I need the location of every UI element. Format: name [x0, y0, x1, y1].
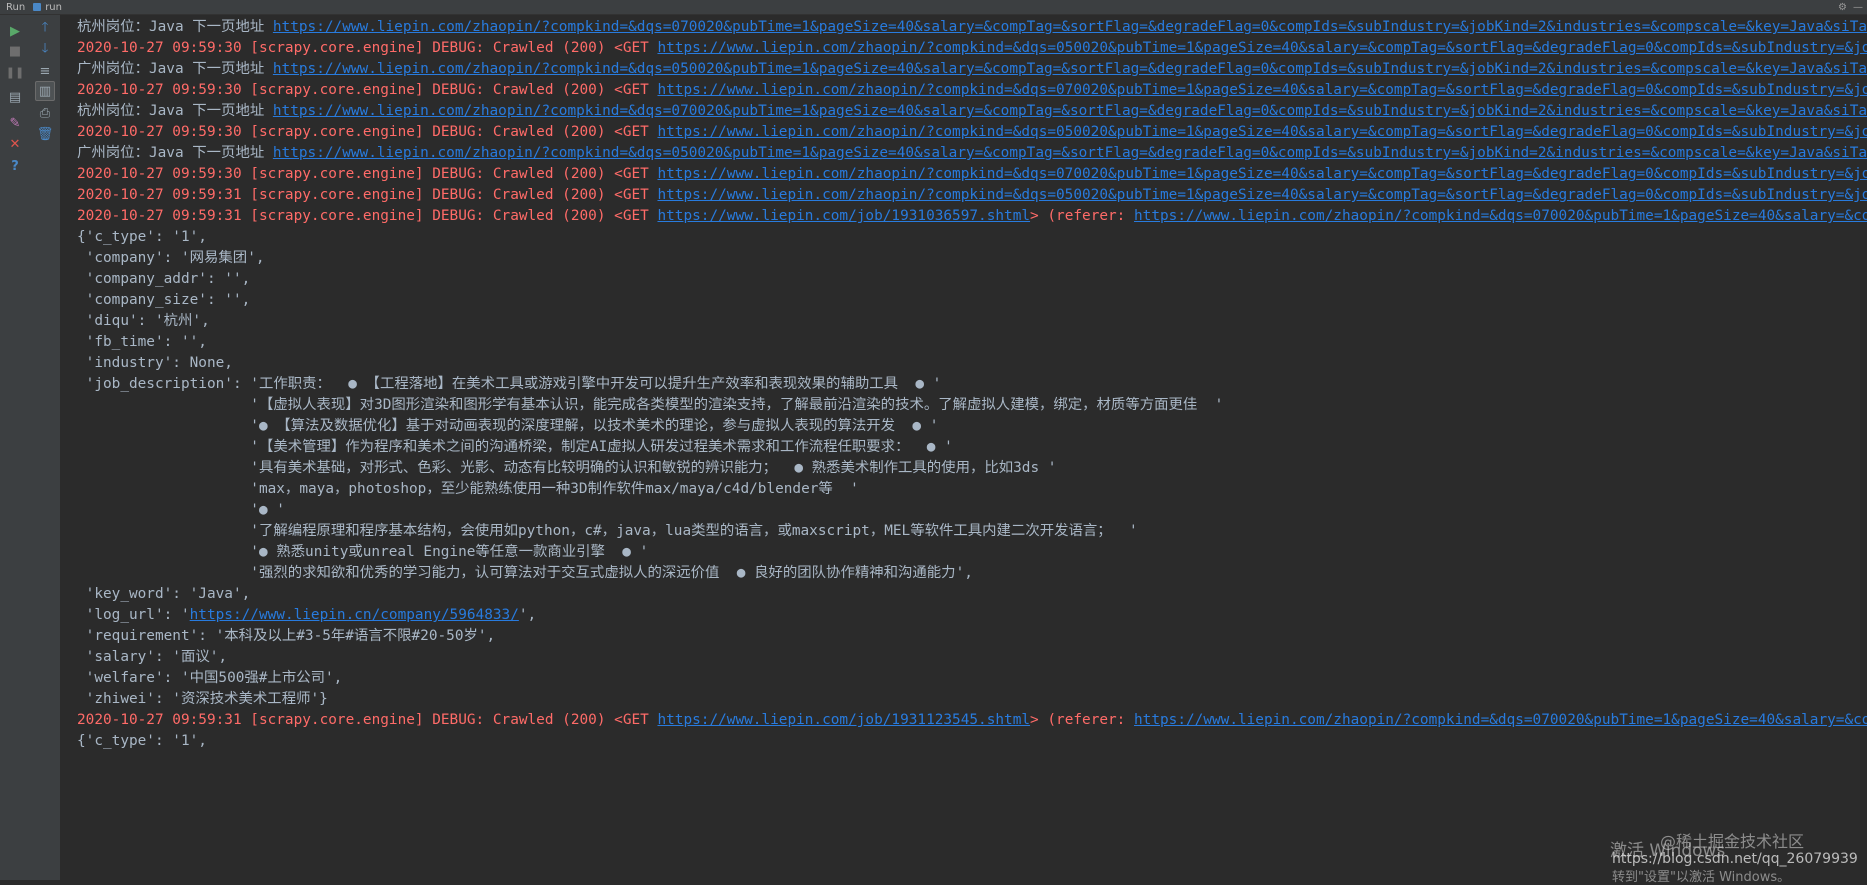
page-label: 杭州岗位：Java 下一页地址 — [77, 103, 273, 119]
dict-text: 'salary': '面议', — [77, 649, 228, 665]
dict-text: {'c_type': '1', — [77, 229, 207, 245]
crawled-url-link[interactable]: https://www.liepin.com/zhaopin/?compkind… — [657, 187, 1867, 203]
print-icon[interactable]: ⎙ — [35, 103, 55, 123]
log-prefix: 2020-10-27 09:59:30 [scrapy.core.engine]… — [77, 40, 658, 56]
soft-wrap-icon[interactable]: ≡ — [35, 61, 55, 81]
dict-text: '强烈的求知欲和优秀的学习能力，认可算法对于交互式虚拟人的深远价值 ● 良好的团… — [77, 565, 973, 581]
help-icon[interactable]: ? — [5, 156, 25, 176]
tool-window-title: Run — [6, 1, 26, 13]
crawled-url-link[interactable]: https://www.liepin.com/zhaopin/?compkind… — [657, 40, 1867, 56]
activate-settings-watermark: 转到"设置"以激活 Windows。 — [1612, 870, 1791, 885]
console-line: 2020-10-27 09:59:31 [scrapy.core.engine]… — [77, 204, 1867, 229]
csdn-watermark: https://blog.csdn.net/qq_26079939 — [1612, 851, 1858, 867]
close-icon[interactable]: ✕ — [5, 134, 25, 154]
crawled-url-link[interactable]: https://www.liepin.com/zhaopin/?compkind… — [657, 166, 1867, 182]
pin-icon[interactable]: ✎ — [5, 113, 25, 133]
dict-text: 'fb_time': '', — [77, 334, 207, 350]
page-label: 广州岗位：Java 下一页地址 — [77, 61, 273, 77]
dict-text: {'c_type': '1', — [77, 733, 207, 749]
run-toolbar-primary: ▶ ■ ❚❚ ▤ ✎ ✕ ? — [0, 15, 31, 880]
console-output[interactable]: 杭州岗位：Java 下一页地址 https://www.liepin.com/z… — [62, 15, 1867, 880]
dict-text: '● 【算法及数据优化】基于对动画表现的深度理解，以技术美术的理论，参与虚拟人表… — [77, 418, 939, 434]
dict-text: ', — [518, 607, 537, 623]
log-prefix: 2020-10-27 09:59:31 [scrapy.core.engine]… — [77, 712, 658, 728]
dict-text: 'company': '网易集团', — [77, 250, 265, 266]
referer-label: > (referer: — [1030, 712, 1135, 728]
dict-text: '● 熟悉unity或unreal Engine等任意一款商业引擎 ● ' — [77, 544, 649, 560]
run-tool-window-header: Run run ⚙ — — [0, 0, 1867, 15]
next-page-link[interactable]: https://www.liepin.com/zhaopin/?compkind… — [273, 103, 1867, 119]
log-prefix: 2020-10-27 09:59:31 [scrapy.core.engine]… — [77, 208, 658, 224]
dict-text: 'industry': None, — [77, 355, 233, 371]
dict-text: 'job_description': '工作职责： ● 【工程落地】在美术工具或… — [77, 376, 942, 392]
page-label: 杭州岗位：Java 下一页地址 — [77, 19, 273, 35]
page-label: 广州岗位：Java 下一页地址 — [77, 145, 273, 161]
log-prefix: 2020-10-27 09:59:31 [scrapy.core.engine]… — [77, 187, 658, 203]
dict-text: '了解编程原理和程序基本结构，会使用如python，c#，java，lua类型的… — [77, 523, 1138, 539]
company-url-link[interactable]: https://www.liepin.cn/company/5964833/ — [190, 607, 519, 623]
dict-text: 'diqu': '杭州', — [77, 313, 210, 329]
down-arrow-icon[interactable]: 🡓 — [35, 40, 55, 60]
hide-panel-icon[interactable]: — — [1853, 2, 1863, 13]
log-prefix: 2020-10-27 09:59:30 [scrapy.core.engine]… — [77, 166, 658, 182]
next-page-link[interactable]: https://www.liepin.com/zhaopin/?compkind… — [273, 19, 1867, 35]
scroll-to-end-icon[interactable]: ▥ — [35, 81, 55, 101]
dict-text: 'company_size': '', — [77, 292, 251, 308]
next-page-link[interactable]: https://www.liepin.com/zhaopin/?compkind… — [273, 61, 1867, 77]
dict-text: 'key_word': 'Java', — [77, 586, 251, 602]
referer-url-link[interactable]: https://www.liepin.com/zhaopin/?compkind… — [1134, 712, 1867, 728]
crawled-url-link[interactable]: https://www.liepin.com/zhaopin/?compkind… — [657, 82, 1867, 98]
juejin-watermark: @稀土掘金技术社区 — [1660, 832, 1805, 851]
layout-icon[interactable]: ▤ — [5, 87, 25, 107]
referer-url-link[interactable]: https://www.liepin.com/zhaopin/?compkind… — [1134, 208, 1867, 224]
next-page-link[interactable]: https://www.liepin.com/zhaopin/?compkind… — [273, 145, 1867, 161]
console-line: 2020-10-27 09:59:31 [scrapy.core.engine]… — [77, 708, 1867, 733]
dict-text: '【虚拟人表现】对3D图形渲染和图形学有基本认识，能完成各类模型的渲染支持，了解… — [77, 397, 1224, 413]
pause-icon[interactable]: ❚❚ — [5, 62, 25, 82]
dict-text: 'company_addr': '', — [77, 271, 251, 287]
referer-label: > (referer: — [1030, 208, 1135, 224]
trash-icon[interactable]: 🗑 — [35, 124, 55, 144]
up-arrow-icon[interactable]: 🡑 — [35, 19, 55, 39]
dict-text: '【美术管理】作为程序和美术之间的沟通桥梁，制定AI虚拟人研发过程美术需求和工作… — [77, 439, 953, 455]
dict-text: 'requirement': '本科及以上#3-5年#语言不限#20-50岁', — [77, 628, 496, 644]
dict-text: 'max，maya，photoshop，至少能熟练使用一种3D制作软件max/m… — [77, 481, 859, 497]
run-config-tab[interactable]: run — [45, 2, 62, 13]
settings-gear-icon[interactable]: ⚙ — [1838, 2, 1847, 13]
dict-text: '● ' — [77, 502, 285, 518]
dict-text: '具有美术基础，对形式、色彩、光影、动态有比较明确的认识和敏锐的辨识能力； ● … — [77, 460, 1057, 476]
job-url-link[interactable]: https://www.liepin.com/job/1931123545.sh… — [657, 712, 1030, 728]
dict-text: 'log_url': ' — [77, 607, 190, 623]
job-url-link[interactable]: https://www.liepin.com/job/1931036597.sh… — [657, 208, 1030, 224]
console-line: {'c_type': '1', — [77, 729, 207, 754]
log-prefix: 2020-10-27 09:59:30 [scrapy.core.engine]… — [77, 124, 658, 140]
run-icon[interactable]: ▶ — [5, 21, 25, 41]
log-prefix: 2020-10-27 09:59:30 [scrapy.core.engine]… — [77, 82, 658, 98]
stop-icon[interactable]: ■ — [5, 41, 25, 61]
crawled-url-link[interactable]: https://www.liepin.com/zhaopin/?compkind… — [657, 124, 1867, 140]
run-toolbar-secondary: 🡑 🡓 ≡ ▥ ⎙ 🗑 — [30, 15, 61, 880]
dict-text: 'zhiwei': '资深技术美术工程师'} — [77, 691, 328, 707]
python-config-icon — [33, 3, 42, 11]
dict-text: 'welfare': '中国500强#上市公司', — [77, 670, 343, 686]
